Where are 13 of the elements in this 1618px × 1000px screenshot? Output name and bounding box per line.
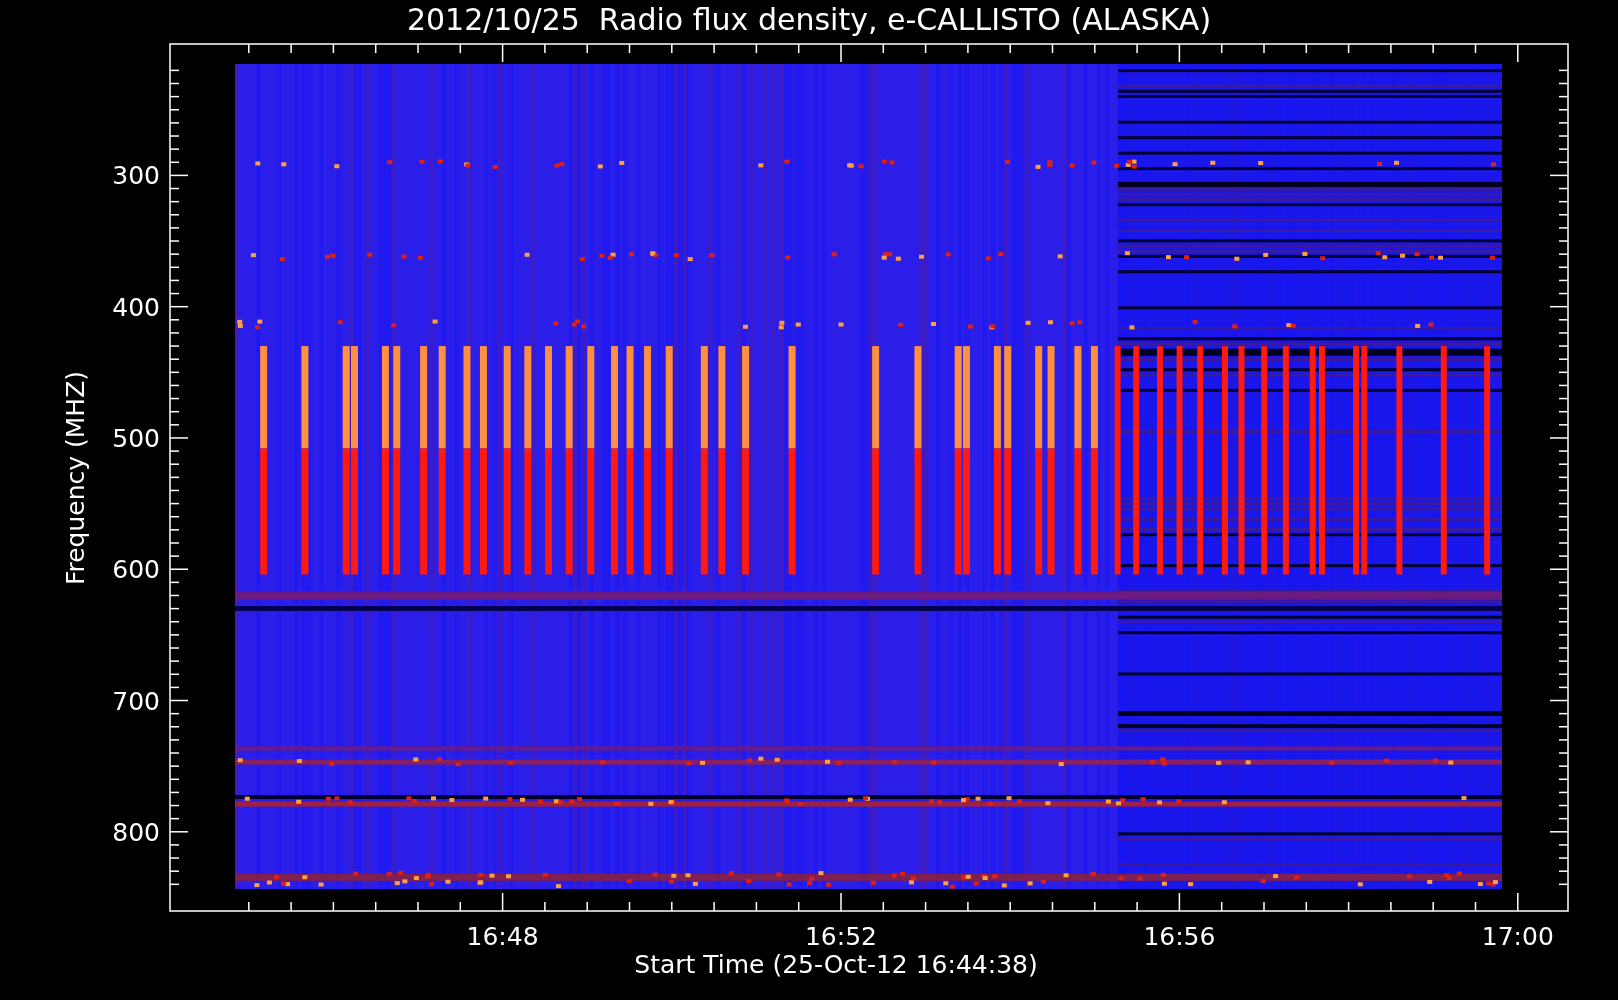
y-axis-label: Frequency (MHZ) xyxy=(61,370,90,586)
x-tick-label: 16:52 xyxy=(805,922,877,951)
x-tick-label: 16:56 xyxy=(1143,922,1216,951)
x-axis-label: Start Time (25-Oct-12 16:44:38) xyxy=(634,950,1038,979)
chart-title: 2012/10/25 Radio flux density, e-CALLISTO (ALASKA) xyxy=(406,2,1212,37)
y-tick-label: 800 xyxy=(112,817,160,847)
x-tick-label: 17:00 xyxy=(1481,922,1554,951)
y-tick-label: 400 xyxy=(112,292,160,322)
y-tick-label: 300 xyxy=(112,161,160,191)
y-tick-label: 700 xyxy=(112,686,160,716)
x-tick-label: 16:48 xyxy=(466,922,539,951)
y-tick-label: 600 xyxy=(112,555,160,585)
y-tick-label: 500 xyxy=(112,423,160,453)
